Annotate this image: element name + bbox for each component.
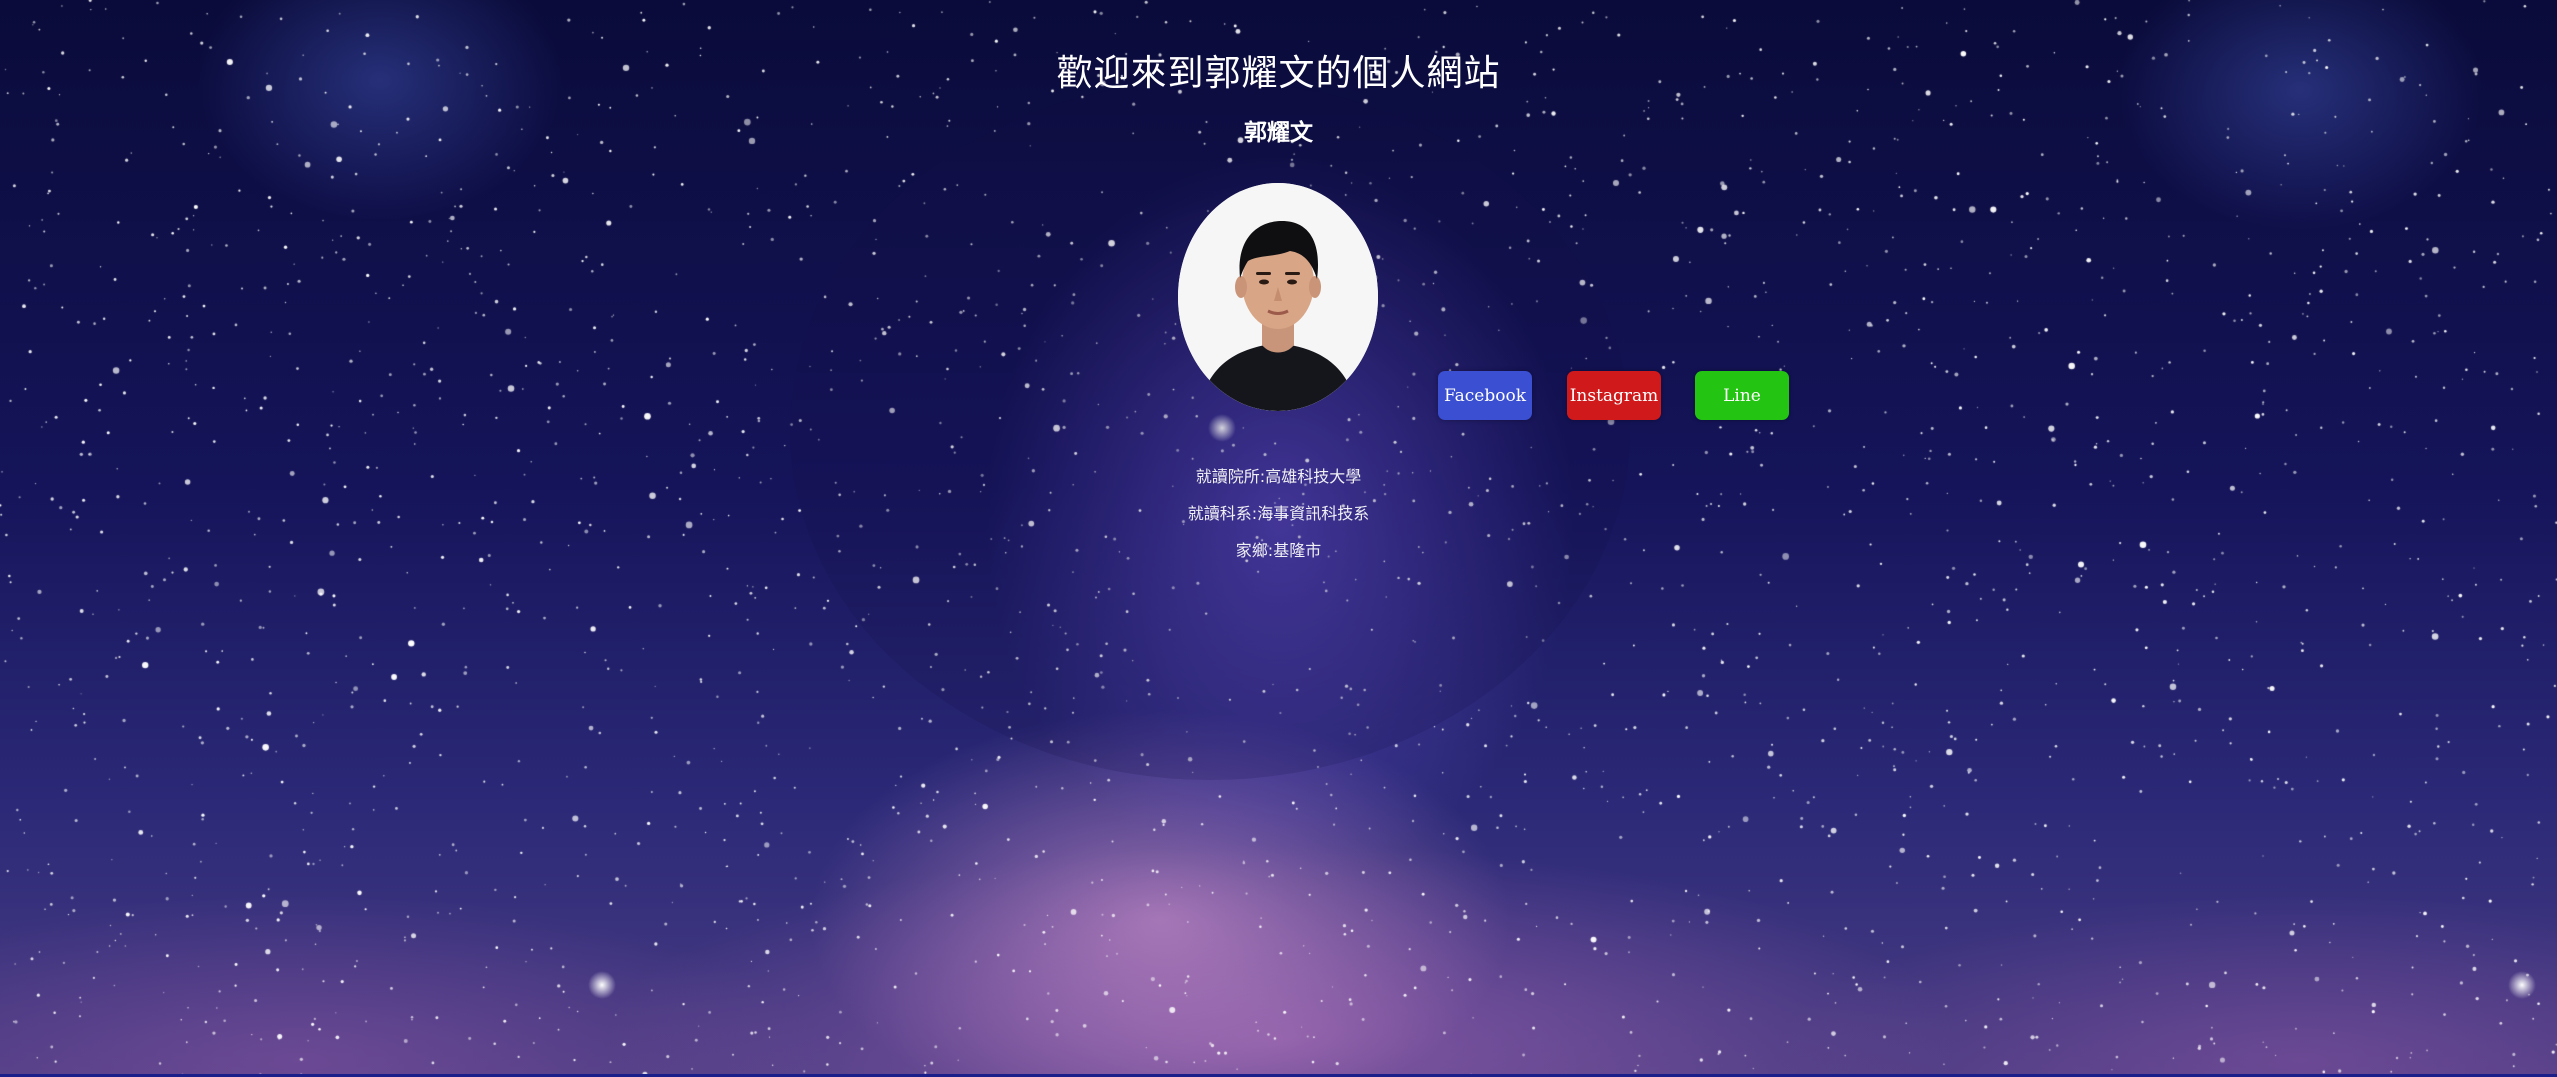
- line-button[interactable]: Line: [1695, 371, 1789, 420]
- facebook-button[interactable]: Facebook: [1438, 371, 1532, 420]
- instagram-button[interactable]: Instagram: [1567, 371, 1661, 420]
- page-title: 歡迎來到郭耀文的個人網站: [1056, 53, 1501, 94]
- profile-photo-icon: [1178, 183, 1378, 411]
- school-info: 就讀院所:高雄科技大學: [1195, 467, 1362, 486]
- hometown-info: 家鄉:基隆市: [1235, 541, 1322, 560]
- background-halo: [790, 80, 1630, 780]
- owner-name: 郭耀文: [1244, 120, 1313, 146]
- department-info: 就讀科系:海事資訊科技系: [1187, 504, 1370, 523]
- profile-photo: [1178, 183, 1378, 411]
